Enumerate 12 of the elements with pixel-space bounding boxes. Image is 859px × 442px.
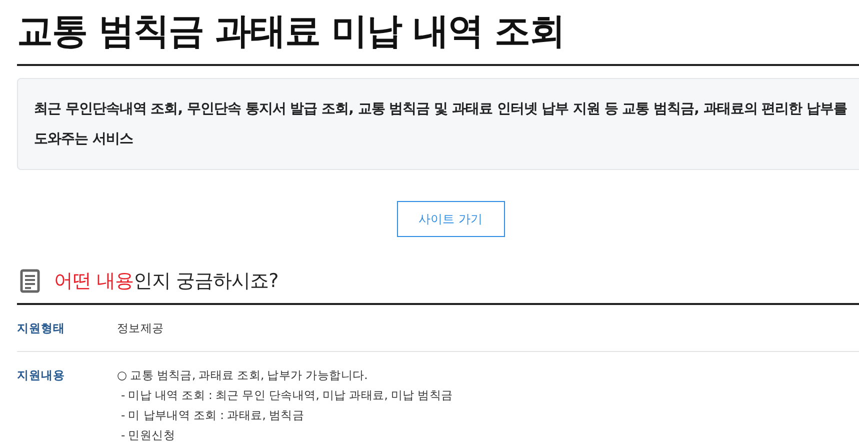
page-title: 교통 범칙금 과태료 미납 내역 조회 [17, 10, 565, 54]
description-box: 최근 무인단속내역 조회, 무인단속 통지서 발급 조회, 교통 범칙금 및 과태료 인터넷 납부 지원 등 교통 범칙금, 과태료의 편리한 납부를 도와주는 서비스 [17, 78, 859, 170]
row-value: - 미납 내역 조회 : 최근 무인 단속내역, 미납 과태료, 미납 범칙금 [120, 387, 453, 404]
row-value: - 미 납부내역 조회 : 과태료, 범칙금 [120, 407, 304, 424]
row-value: ○ 교통 범칙금, 과태료 조회, 납부가 가능합니다. [117, 367, 368, 384]
section-heading: 어떤 내용인지 궁금하시죠? [54, 269, 278, 294]
row-value: - 민원신청 [120, 427, 176, 442]
row-value: 정보제공 [117, 320, 164, 337]
document-icon [20, 269, 40, 293]
site-button[interactable]: 사이트 가기 [396, 201, 504, 237]
row-label: 지원형태 [17, 320, 66, 337]
row-label: 지원내용 [17, 367, 66, 384]
